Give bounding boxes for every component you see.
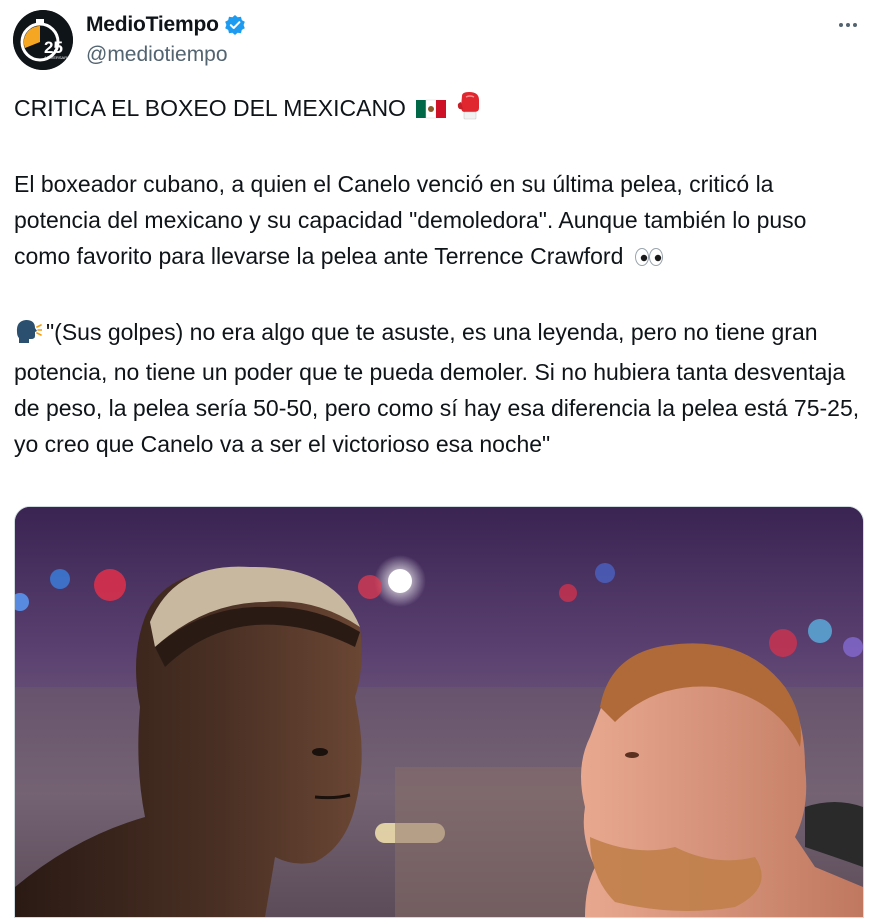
name-row: MedioTiempo [86,11,246,39]
tweet-paragraph-1: El boxeador cubano, a quien el Canelo ve… [14,166,864,278]
tweet-quote-text: "(Sus golpes) no era algo que te asuste,… [14,319,860,457]
tweet-text: CRITICA EL BOXEO DEL MEXICANO El boxeado… [14,90,864,462]
user-handle[interactable]: @mediotiempo [86,43,228,67]
eyes-emoji-icon [634,242,664,278]
tweet-header: 25 ANIVERSARIO MedioTiempo @mediotiempo [0,0,875,80]
tweet-headline-line: CRITICA EL BOXEO DEL MEXICANO [14,90,864,130]
mediotiempo-logo-icon: 25 ANIVERSARIO [13,10,73,70]
more-dots-icon [839,23,857,27]
mexico-flag-emoji-icon [416,94,447,130]
boxers-photo [15,507,863,917]
more-options-button[interactable] [828,8,868,42]
boxing-glove-emoji-icon [457,92,483,130]
speaking-head-emoji-icon [14,318,43,354]
verified-badge-icon [224,14,246,36]
tweet-quote: "(Sus golpes) no era algo que te asuste,… [14,314,864,462]
avatar[interactable]: 25 ANIVERSARIO [13,10,73,70]
tweet-photo[interactable] [14,506,864,918]
avatar-subtext: ANIVERSARIO [44,55,71,60]
tweet-headline: CRITICA EL BOXEO DEL MEXICANO [14,95,406,121]
tweet-paragraph-1-text: El boxeador cubano, a quien el Canelo ve… [14,171,807,269]
display-name[interactable]: MedioTiempo [86,13,219,37]
